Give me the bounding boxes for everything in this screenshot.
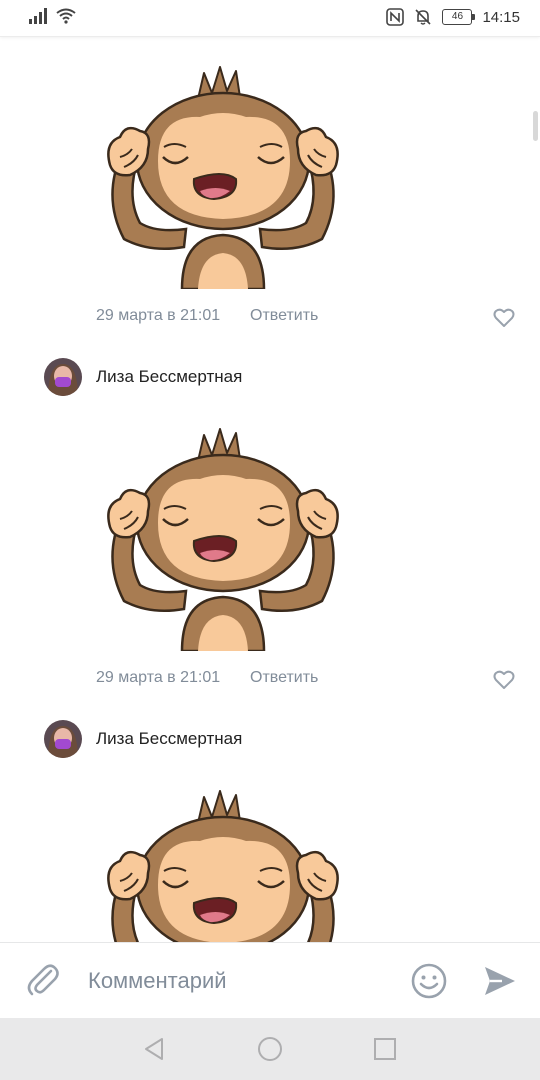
status-time: 14:15 bbox=[482, 8, 520, 26]
send-icon[interactable] bbox=[482, 963, 518, 999]
bell-off-icon bbox=[415, 9, 432, 25]
monkey-sticker bbox=[107, 427, 339, 651]
avatar-image bbox=[44, 358, 82, 396]
comment-meta: 29 марта в 21:01 Ответить bbox=[96, 307, 516, 331]
smile-icon[interactable] bbox=[410, 962, 448, 1000]
home-icon[interactable] bbox=[257, 1036, 283, 1062]
monkey-sticker bbox=[107, 65, 339, 289]
paperclip-icon[interactable] bbox=[24, 961, 62, 999]
author-name[interactable]: Лиза Бессмертная bbox=[96, 367, 242, 387]
comment-date: 29 марта в 21:01 bbox=[96, 669, 221, 686]
avatar-image bbox=[44, 720, 82, 758]
avatar[interactable] bbox=[44, 358, 82, 396]
monkey-sticker bbox=[107, 789, 339, 942]
reply-button[interactable]: Ответить bbox=[250, 669, 318, 687]
comment-author-row[interactable]: Лиза Бессмертная bbox=[44, 358, 504, 398]
nfc-icon bbox=[386, 8, 405, 26]
reply-button[interactable]: Ответить bbox=[250, 307, 318, 325]
heart-icon[interactable] bbox=[492, 668, 516, 692]
comment-meta: 29 марта в 21:01 Ответить bbox=[96, 669, 516, 693]
comment-composer bbox=[0, 942, 540, 1019]
status-bar: 46 14:15 bbox=[0, 0, 540, 37]
comment-author-row[interactable]: Лиза Бессмертная bbox=[44, 720, 504, 760]
comment-input[interactable] bbox=[86, 963, 390, 999]
battery-icon: 46 bbox=[442, 9, 476, 25]
heart-icon[interactable] bbox=[492, 306, 516, 330]
scrollbar[interactable] bbox=[533, 111, 538, 141]
avatar[interactable] bbox=[44, 720, 82, 758]
comment-date: 29 марта в 21:01 bbox=[96, 307, 221, 324]
recents-icon[interactable] bbox=[372, 1036, 398, 1062]
back-icon[interactable] bbox=[142, 1036, 168, 1062]
comments-list[interactable]: 29 марта в 21:01 Ответить Лиза Бессмертн… bbox=[0, 37, 540, 942]
author-name[interactable]: Лиза Бессмертная bbox=[96, 729, 242, 749]
wifi-icon bbox=[56, 8, 76, 24]
status-right: 46 14:15 bbox=[386, 8, 520, 26]
navigation-bar bbox=[0, 1018, 540, 1080]
status-left bbox=[28, 8, 76, 24]
signal-icon bbox=[29, 8, 47, 24]
